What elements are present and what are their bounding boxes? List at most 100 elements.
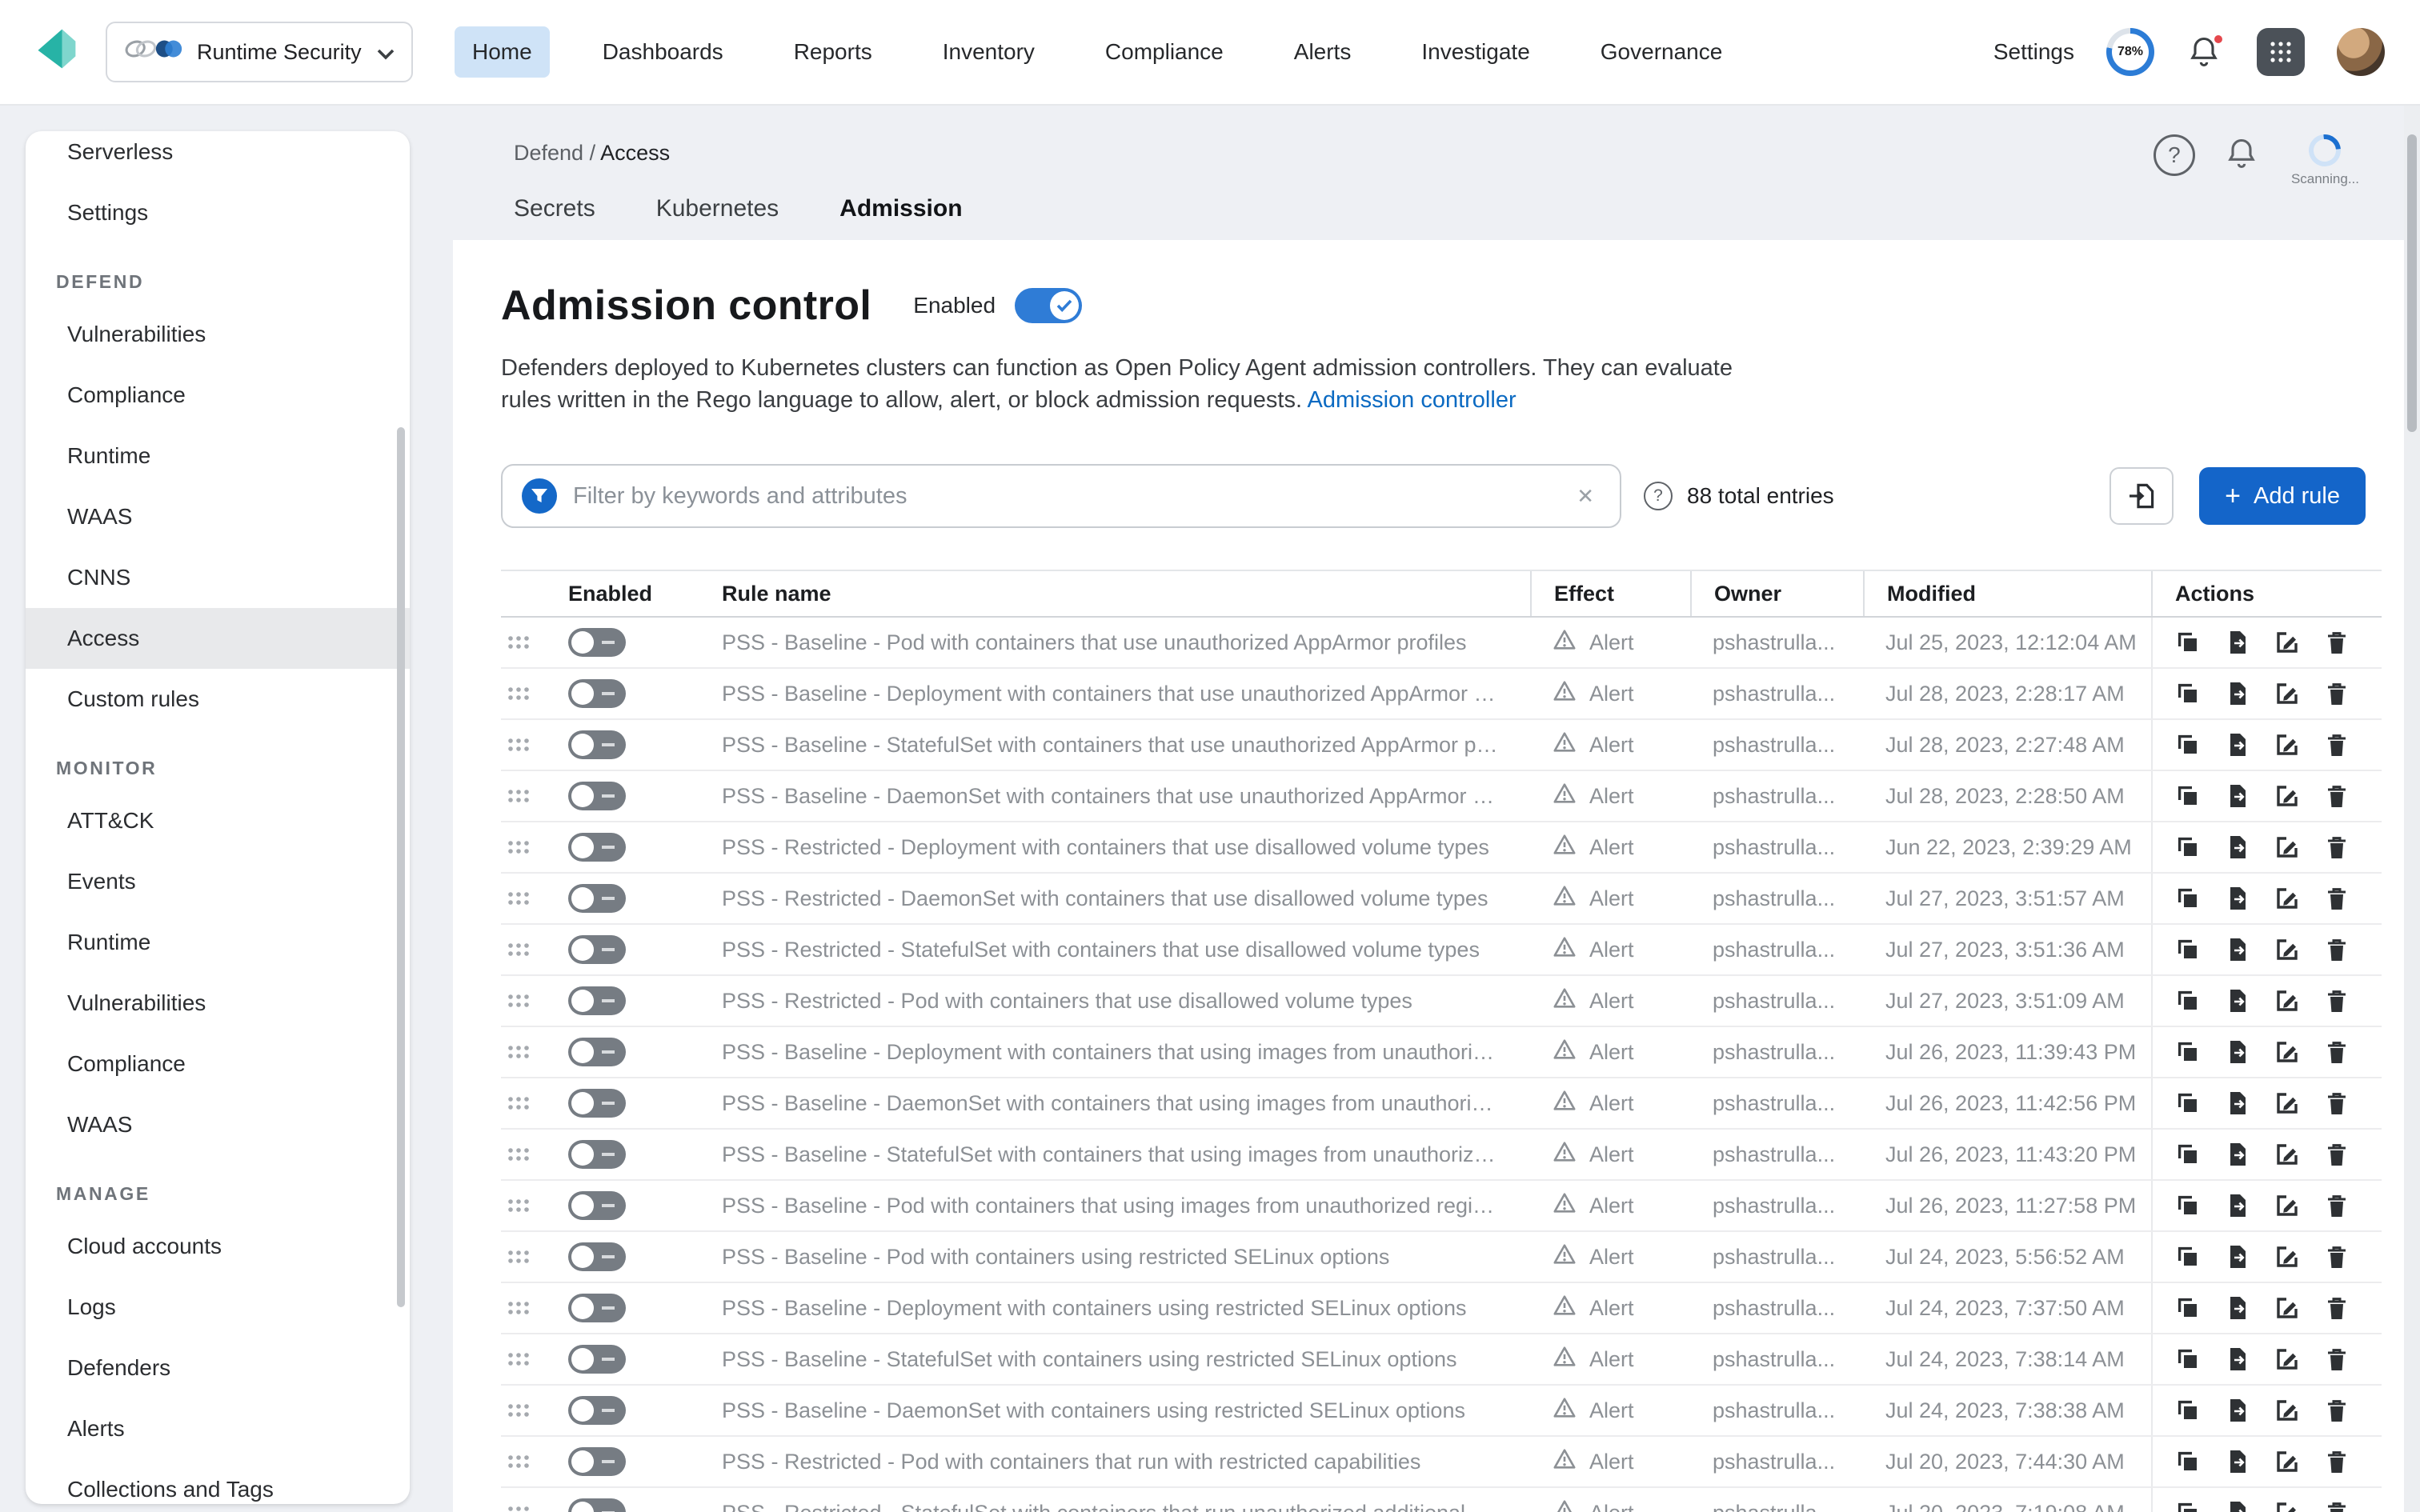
nav-item-dashboards[interactable]: Dashboards [585,26,741,78]
rule-enabled-toggle[interactable] [568,679,626,708]
admission-controller-link[interactable]: Admission controller [1308,387,1517,413]
edit-icon[interactable] [2274,783,2300,809]
rule-name[interactable]: PSS - Restricted - Pod with containers t… [722,975,1412,1026]
duplicate-icon[interactable] [2175,937,2201,962]
edit-icon[interactable] [2274,1398,2300,1423]
export-icon[interactable] [2225,1244,2250,1270]
user-avatar[interactable] [2337,28,2385,76]
delete-icon[interactable] [2324,1500,2350,1512]
sidebar-item-att-ck[interactable]: ATT&CK [26,790,410,851]
page-scrollbar[interactable] [2404,106,2420,1512]
rule-enabled-toggle[interactable] [568,1294,626,1322]
add-rule-button[interactable]: + Add rule [2199,467,2366,525]
drag-handle[interactable] [501,822,536,872]
drag-handle[interactable] [501,925,536,974]
duplicate-icon[interactable] [2175,1295,2201,1321]
rule-name[interactable]: PSS - Baseline - Pod with containers tha… [722,617,1467,668]
drag-handle[interactable] [501,1078,536,1128]
tab-kubernetes[interactable]: Kubernetes [656,195,779,245]
header-modified[interactable]: Modified [1863,571,2151,616]
edit-icon[interactable] [2274,1295,2300,1321]
sidebar-item-custom-rules[interactable]: Custom rules [26,669,410,730]
delete-icon[interactable] [2324,681,2350,706]
clear-filter-icon[interactable]: ✕ [1570,481,1601,512]
delete-icon[interactable] [2324,1090,2350,1116]
delete-icon[interactable] [2324,1346,2350,1372]
duplicate-icon[interactable] [2175,1398,2201,1423]
delete-icon[interactable] [2324,1142,2350,1167]
export-icon[interactable] [2225,681,2250,706]
filter-box[interactable]: ✕ [501,464,1621,528]
rule-name[interactable]: PSS - Restricted - Deployment with conta… [722,822,1489,873]
tab-admission[interactable]: Admission [839,195,962,245]
duplicate-icon[interactable] [2175,630,2201,655]
rule-enabled-toggle[interactable] [568,935,626,964]
rule-enabled-toggle[interactable] [568,833,626,862]
sidebar-item-access[interactable]: Access [26,608,410,669]
sidebar-scrollbar[interactable] [397,427,405,1307]
nav-item-governance[interactable]: Governance [1583,26,1741,78]
sidebar-item-settings[interactable]: Settings [26,182,410,243]
rule-enabled-toggle[interactable] [568,1396,626,1425]
nav-item-reports[interactable]: Reports [776,26,890,78]
rule-enabled-toggle[interactable] [568,1447,626,1476]
rule-enabled-toggle[interactable] [568,628,626,657]
edit-icon[interactable] [2274,1090,2300,1116]
duplicate-icon[interactable] [2175,988,2201,1014]
duplicate-icon[interactable] [2175,1142,2201,1167]
sidebar-item-logs[interactable]: Logs [26,1277,410,1338]
drag-handle[interactable] [501,1027,536,1077]
export-icon[interactable] [2225,988,2250,1014]
sidebar-item-vulnerabilities[interactable]: Vulnerabilities [26,973,410,1034]
duplicate-icon[interactable] [2175,1039,2201,1065]
duplicate-icon[interactable] [2175,1500,2201,1512]
sidebar-item-waas[interactable]: WAAS [26,1094,410,1155]
page-scrollbar-thumb[interactable] [2407,134,2417,432]
drag-handle[interactable] [501,976,536,1026]
settings-link[interactable]: Settings [1993,39,2074,65]
delete-icon[interactable] [2324,1244,2350,1270]
export-icon[interactable] [2225,1193,2250,1218]
sidebar-item-alerts[interactable]: Alerts [26,1398,410,1459]
sidebar-item-collections-and-tags[interactable]: Collections and Tags [26,1459,410,1504]
duplicate-icon[interactable] [2175,834,2201,860]
export-icon[interactable] [2225,783,2250,809]
drag-handle[interactable] [501,1232,536,1282]
header-rule-name[interactable]: Rule name [722,571,1530,616]
rule-name[interactable]: PSS - Restricted - DaemonSet with contai… [722,873,1488,924]
sidebar-item-compliance[interactable]: Compliance [26,365,410,426]
rule-enabled-toggle[interactable] [568,1345,626,1374]
delete-icon[interactable] [2324,1398,2350,1423]
help-icon[interactable]: ? [2154,134,2195,176]
delete-icon[interactable] [2324,988,2350,1014]
export-icon[interactable] [2225,1039,2250,1065]
drag-handle[interactable] [501,1386,536,1435]
nav-item-compliance[interactable]: Compliance [1088,26,1241,78]
rule-name[interactable]: PSS - Baseline - DaemonSet with containe… [722,1385,1465,1436]
sidebar-item-vulnerabilities[interactable]: Vulnerabilities [26,304,410,365]
export-icon[interactable] [2225,732,2250,758]
duplicate-icon[interactable] [2175,681,2201,706]
drag-handle[interactable] [501,1437,536,1486]
rule-name[interactable]: PSS - Baseline - Deployment with contain… [722,1026,1501,1078]
edit-icon[interactable] [2274,1500,2300,1512]
sidebar-item-defenders[interactable]: Defenders [26,1338,410,1398]
rule-enabled-toggle[interactable] [568,1140,626,1169]
export-icon[interactable] [2225,1346,2250,1372]
delete-icon[interactable] [2324,732,2350,758]
export-icon[interactable] [2225,1142,2250,1167]
export-icon[interactable] [2225,1090,2250,1116]
drag-handle[interactable] [501,1130,536,1179]
edit-icon[interactable] [2274,1193,2300,1218]
drag-handle[interactable] [501,1334,536,1384]
export-icon[interactable] [2225,1500,2250,1512]
rule-name[interactable]: PSS - Baseline - DaemonSet with containe… [722,770,1501,822]
rule-name[interactable]: PSS - Baseline - Pod with containers usi… [722,1231,1389,1282]
duplicate-icon[interactable] [2175,1346,2201,1372]
delete-icon[interactable] [2324,834,2350,860]
rule-enabled-toggle[interactable] [568,1498,626,1512]
rule-name[interactable]: PSS - Restricted - StatefulSet with cont… [722,1487,1501,1512]
scanning-status[interactable]: Scanning... [2291,134,2359,187]
export-icon[interactable] [2225,1449,2250,1474]
page-bell-icon[interactable] [2224,134,2262,173]
